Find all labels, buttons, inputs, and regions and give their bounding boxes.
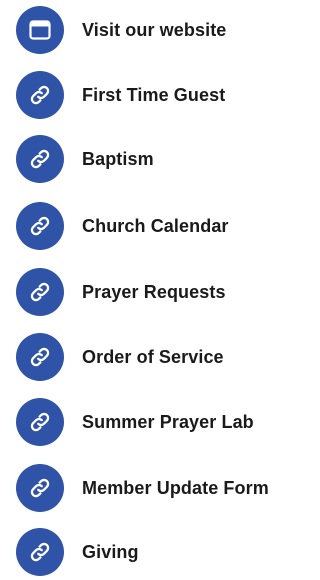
link-visit-website[interactable]: Visit our website <box>0 2 281 58</box>
link-icon <box>16 268 64 316</box>
link-baptism[interactable]: Baptism <box>0 131 281 187</box>
link-prayer-requests[interactable]: Prayer Requests <box>0 264 281 320</box>
link-icon <box>16 333 64 381</box>
link-list: Visit our website First Time Guest Bapti… <box>0 0 281 576</box>
link-church-calendar[interactable]: Church Calendar <box>0 198 281 254</box>
browser-window-icon <box>16 6 64 54</box>
link-label: Baptism <box>82 148 154 169</box>
link-label: Visit our website <box>82 19 227 40</box>
link-giving[interactable]: Giving <box>0 524 281 580</box>
link-first-time-guest[interactable]: First Time Guest <box>0 67 281 123</box>
link-icon <box>16 135 64 183</box>
link-label: Giving <box>82 541 139 562</box>
link-icon <box>16 71 64 119</box>
link-summer-prayer-lab[interactable]: Summer Prayer Lab <box>0 394 281 450</box>
link-label: First Time Guest <box>82 84 226 105</box>
link-label: Order of Service <box>82 346 224 367</box>
link-label: Prayer Requests <box>82 281 226 302</box>
link-icon <box>16 398 64 446</box>
link-label: Church Calendar <box>82 215 229 236</box>
link-icon <box>16 202 64 250</box>
link-member-update-form[interactable]: Member Update Form <box>0 460 281 516</box>
link-label: Summer Prayer Lab <box>82 411 254 432</box>
link-label: Member Update Form <box>82 477 269 498</box>
link-order-of-service[interactable]: Order of Service <box>0 329 281 385</box>
link-icon <box>16 464 64 512</box>
